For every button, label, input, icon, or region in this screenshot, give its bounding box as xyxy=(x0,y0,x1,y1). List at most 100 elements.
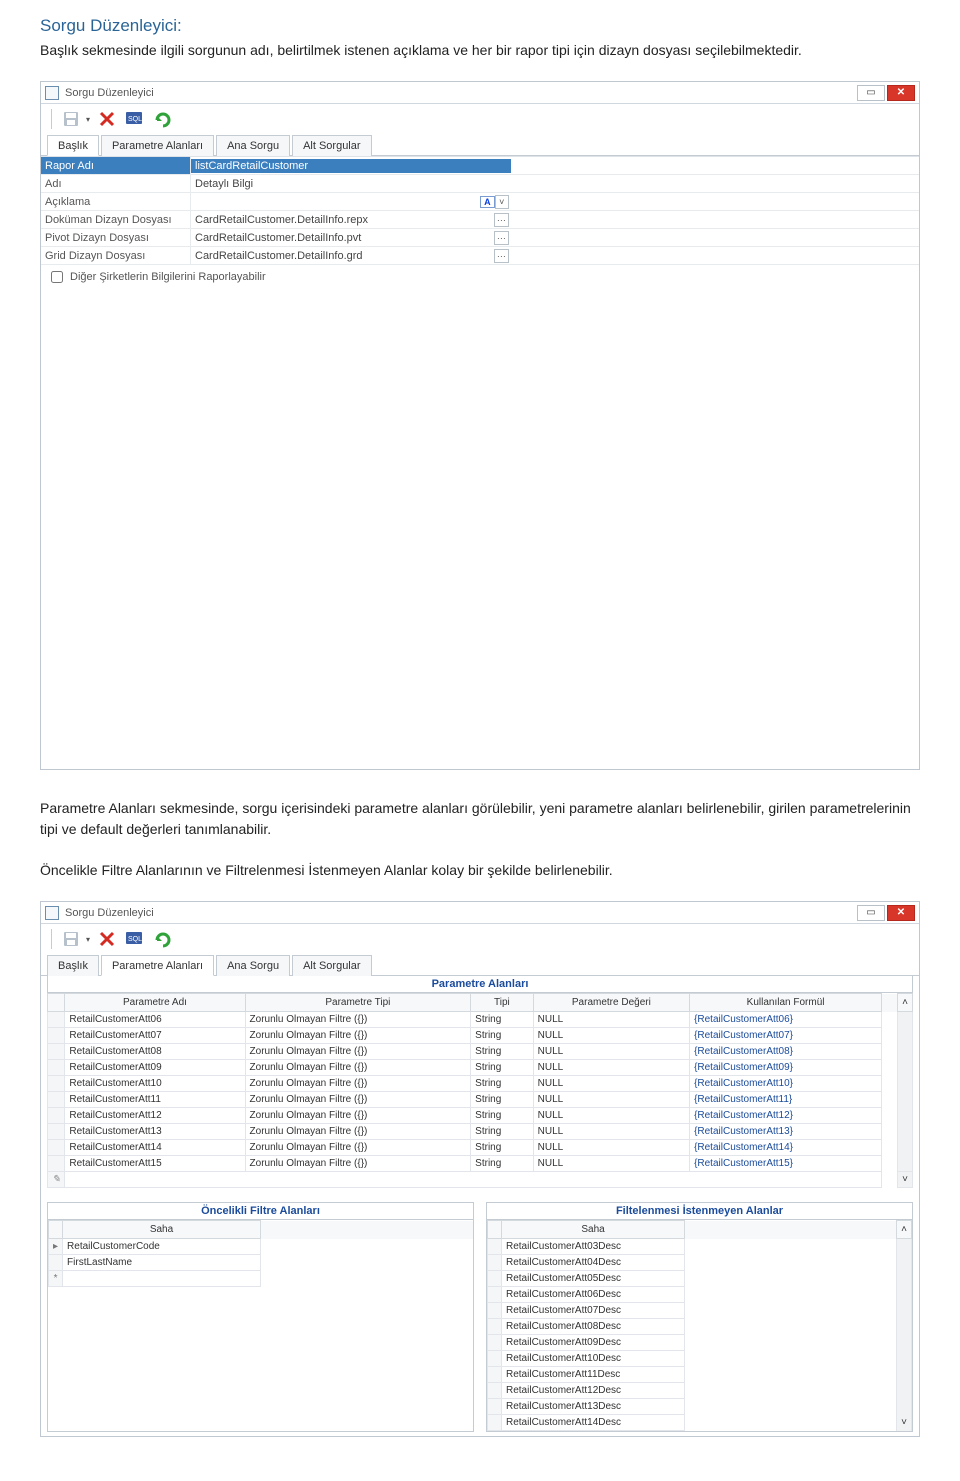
refresh-button[interactable] xyxy=(150,107,176,131)
excluded-header: Filtelenmesi İstenmeyen Alanlar xyxy=(487,1203,912,1220)
params-header: Parametre Alanları xyxy=(47,976,913,993)
section-paragraph-2: Parametre Alanları sekmesinde, sorgu içe… xyxy=(40,798,920,840)
col-saha[interactable]: Saha xyxy=(502,1221,685,1239)
titlebar: Sorgu Düzenleyici ▭ ✕ xyxy=(41,82,919,104)
col-param-degeri[interactable]: Parametre Değeri xyxy=(533,994,689,1012)
tab-baslik[interactable]: Başlık xyxy=(47,135,99,156)
table-row[interactable]: RetailCustomerAtt11Zorunlu Olmayan Filtr… xyxy=(48,1092,913,1108)
refresh-button[interactable] xyxy=(150,927,176,951)
tab-alt-sorgular[interactable]: Alt Sorgular xyxy=(292,135,371,156)
priority-filter-panel: Öncelikli Filtre Alanları Saha ▸RetailCu… xyxy=(47,1202,474,1432)
input-pivot-dizayn[interactable] xyxy=(191,231,494,245)
svg-text:SQL: SQL xyxy=(128,116,142,123)
grid-browse-icon[interactable]: ··· xyxy=(494,249,509,263)
priority-grid[interactable]: Saha ▸RetailCustomerCodeFirstLastName* xyxy=(48,1220,473,1287)
row-aciklama: Açıklama A ˅ xyxy=(41,193,919,211)
save-button[interactable] xyxy=(58,927,84,951)
close-button[interactable]: ✕ xyxy=(887,905,915,921)
delete-button[interactable] xyxy=(94,107,120,131)
app-icon xyxy=(45,906,59,920)
table-row[interactable]: FirstLastName xyxy=(49,1255,473,1271)
row-pivot-dizayn: Pivot Dizayn Dosyası ··· xyxy=(41,229,919,247)
toolbar: ▾ SQL xyxy=(41,104,919,134)
delete-button[interactable] xyxy=(94,927,120,951)
scroll-up-icon[interactable]: ˄ xyxy=(898,994,913,1012)
table-row[interactable]: RetailCustomerAtt05Desc xyxy=(488,1271,912,1287)
maximize-button[interactable]: ▭ xyxy=(857,85,885,101)
section-paragraph-3: Öncelikle Filtre Alanlarının ve Filtrele… xyxy=(40,860,920,881)
table-row[interactable]: RetailCustomerAtt12Zorunlu Olmayan Filtr… xyxy=(48,1108,913,1124)
table-row[interactable]: RetailCustomerAtt10Zorunlu Olmayan Filtr… xyxy=(48,1076,913,1092)
save-dropdown-icon[interactable]: ▾ xyxy=(86,115,92,124)
query-editor-window-2: Sorgu Düzenleyici ▭ ✕ ▾ SQL Başlık Param… xyxy=(40,901,920,1437)
label-adi: Adı xyxy=(41,175,191,192)
table-row[interactable]: RetailCustomerAtt06Zorunlu Olmayan Filtr… xyxy=(48,1012,913,1028)
col-formul[interactable]: Kullanılan Formül xyxy=(690,994,882,1012)
row-rapor-adi: Rapor Adı xyxy=(41,157,919,175)
params-grid[interactable]: Parametre Adı Parametre Tipi Tipi Parame… xyxy=(47,993,913,1188)
input-rapor-adi[interactable] xyxy=(191,159,511,173)
col-param-tipi[interactable]: Parametre Tipi xyxy=(245,994,471,1012)
table-row[interactable]: RetailCustomerAtt07Desc xyxy=(488,1303,912,1319)
table-row[interactable]: RetailCustomerAtt06Desc xyxy=(488,1287,912,1303)
sql-button[interactable]: SQL xyxy=(122,927,148,951)
table-row[interactable]: RetailCustomerAtt10Desc xyxy=(488,1351,912,1367)
col-tipi[interactable]: Tipi xyxy=(471,994,533,1012)
window-title: Sorgu Düzenleyici xyxy=(65,87,154,99)
table-row[interactable]: ▸RetailCustomerCode xyxy=(49,1239,473,1255)
table-row[interactable]: RetailCustomerAtt12Desc xyxy=(488,1383,912,1399)
maximize-button[interactable]: ▭ xyxy=(857,905,885,921)
tab-ana-sorgu[interactable]: Ana Sorgu xyxy=(216,955,290,976)
scroll-up-icon[interactable]: ˄ xyxy=(897,1221,912,1239)
input-grid-dizayn[interactable] xyxy=(191,249,494,263)
table-row[interactable]: RetailCustomerAtt09Zorunlu Olmayan Filtr… xyxy=(48,1060,913,1076)
window-title: Sorgu Düzenleyici xyxy=(65,907,154,919)
lang-icon[interactable]: A xyxy=(480,196,495,208)
dokuman-browse-icon[interactable]: ··· xyxy=(494,213,509,227)
table-row[interactable]: RetailCustomerAtt03Desc xyxy=(488,1239,912,1255)
label-pivot-dizayn: Pivot Dizayn Dosyası xyxy=(41,229,191,246)
tab-parametre-alanlari[interactable]: Parametre Alanları xyxy=(101,135,214,156)
checkbox-other-companies[interactable] xyxy=(51,271,63,283)
table-row[interactable]: RetailCustomerAtt15Zorunlu Olmayan Filtr… xyxy=(48,1156,913,1172)
titlebar: Sorgu Düzenleyici ▭ ✕ xyxy=(41,902,919,924)
toolbar: ▾ SQL xyxy=(41,924,919,954)
table-row[interactable]: RetailCustomerAtt11Desc xyxy=(488,1367,912,1383)
priority-header: Öncelikli Filtre Alanları xyxy=(48,1203,473,1220)
label-other-companies: Diğer Şirketlerin Bilgilerini Raporlayab… xyxy=(70,271,266,283)
tab-parametre-alanlari[interactable]: Parametre Alanları xyxy=(101,955,214,976)
excluded-grid[interactable]: Saha ˄ RetailCustomerAtt03DescRetailCust… xyxy=(487,1220,912,1431)
input-aciklama[interactable] xyxy=(191,195,476,209)
label-grid-dizayn: Grid Dizayn Dosyası xyxy=(41,247,191,264)
save-dropdown-icon[interactable]: ▾ xyxy=(86,935,92,944)
row-adi: Adı xyxy=(41,175,919,193)
tab-baslik[interactable]: Başlık xyxy=(47,955,99,976)
app-icon xyxy=(45,86,59,100)
table-row[interactable]: RetailCustomerAtt08Zorunlu Olmayan Filtr… xyxy=(48,1044,913,1060)
close-button[interactable]: ✕ xyxy=(887,85,915,101)
col-saha[interactable]: Saha xyxy=(63,1221,261,1239)
tab-ana-sorgu[interactable]: Ana Sorgu xyxy=(216,135,290,156)
tab-alt-sorgular[interactable]: Alt Sorgular xyxy=(292,955,371,976)
table-row[interactable]: RetailCustomerAtt14Zorunlu Olmayan Filtr… xyxy=(48,1140,913,1156)
aciklama-dropdown-icon[interactable]: ˅ xyxy=(495,195,509,209)
table-row[interactable]: RetailCustomerAtt09Desc xyxy=(488,1335,912,1351)
sql-button[interactable]: SQL xyxy=(122,107,148,131)
section-paragraph-1: Başlık sekmesinde ilgili sorgunun adı, b… xyxy=(40,40,920,61)
form-empty-area xyxy=(41,289,919,769)
table-row[interactable]: RetailCustomerAtt13Desc xyxy=(488,1399,912,1415)
input-dokuman-dizayn[interactable] xyxy=(191,213,494,227)
pivot-browse-icon[interactable]: ··· xyxy=(494,231,509,245)
input-adi[interactable] xyxy=(191,177,511,191)
tab-strip: Başlık Parametre Alanları Ana Sorgu Alt … xyxy=(41,134,919,156)
table-row[interactable]: RetailCustomerAtt14Desc˅ xyxy=(488,1415,912,1431)
save-button[interactable] xyxy=(58,107,84,131)
table-row[interactable]: RetailCustomerAtt07Zorunlu Olmayan Filtr… xyxy=(48,1028,913,1044)
table-row[interactable]: RetailCustomerAtt04Desc xyxy=(488,1255,912,1271)
table-row[interactable]: RetailCustomerAtt13Zorunlu Olmayan Filtr… xyxy=(48,1124,913,1140)
label-aciklama: Açıklama xyxy=(41,193,191,210)
scroll-down-icon[interactable]: ˅ xyxy=(898,1172,913,1188)
table-row[interactable]: RetailCustomerAtt08Desc xyxy=(488,1319,912,1335)
col-param-adi[interactable]: Parametre Adı xyxy=(65,994,245,1012)
new-row-marker[interactable]: ✎ xyxy=(48,1172,65,1188)
